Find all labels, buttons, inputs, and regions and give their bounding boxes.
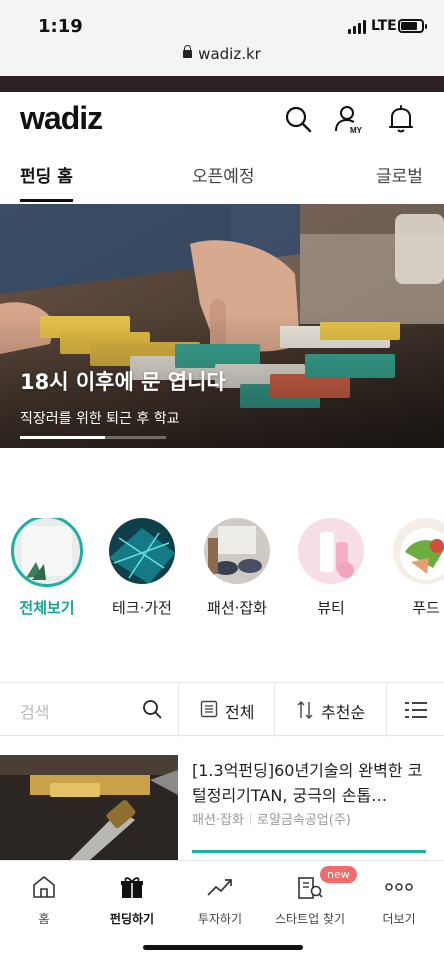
status-bar: 1:19 LTE wadiz.kr bbox=[0, 0, 444, 76]
category-all-image bbox=[11, 518, 83, 587]
category-tech-image bbox=[109, 518, 175, 584]
tab-funding-home[interactable]: 펀딩 홈 bbox=[20, 162, 73, 202]
tab-global[interactable]: 글로벌 bbox=[376, 162, 423, 187]
category-beauty-label: 뷰티 bbox=[317, 599, 345, 617]
my-label: MY bbox=[350, 126, 363, 134]
top-divider-bar bbox=[0, 76, 444, 92]
category-fashion-label: 패션·잡화 bbox=[207, 599, 267, 617]
nav-startup[interactable]: new 스타트업 찾기 bbox=[266, 866, 357, 927]
category-list: 전체보기 테크·가전 패션·잡화 뷰티 푸드 bbox=[0, 518, 444, 618]
filter-divider bbox=[274, 683, 275, 737]
category-filter-icon bbox=[200, 700, 218, 718]
category-fashion[interactable]: 패션·잡화 bbox=[189, 518, 285, 618]
nav-invest-label: 투자하기 bbox=[197, 912, 243, 926]
product-meta: 패션·잡화 로얄금속공업(주) bbox=[192, 809, 351, 828]
product-thumbnail bbox=[0, 755, 178, 860]
filter-divider bbox=[386, 683, 387, 737]
category-fashion-image bbox=[204, 518, 270, 584]
category-tech-label: 테크·가전 bbox=[112, 599, 172, 617]
status-time: 1:19 bbox=[38, 16, 83, 37]
hero-title: 18시 이후에 문 엽니다 bbox=[20, 370, 226, 394]
product-title[interactable]: [1.3억펀딩]60년기술의 완벽한 코털정리기TAN, 궁극의 손톱… bbox=[192, 758, 428, 808]
sort-icon bbox=[297, 701, 313, 719]
home-icon bbox=[33, 876, 55, 898]
search-input[interactable]: 검색 bbox=[20, 699, 49, 723]
filter-divider bbox=[178, 683, 179, 737]
bell-icon[interactable] bbox=[386, 104, 416, 134]
address-bar[interactable]: wadiz.kr bbox=[0, 45, 444, 63]
hero-banner[interactable]: 18시 이후에 문 엽니다 직장러를 위한 퇴근 후 학교 bbox=[0, 204, 444, 448]
product-maker: 로얄금속공업(주) bbox=[256, 813, 351, 828]
signal-icon bbox=[348, 20, 366, 34]
list-view-icon[interactable] bbox=[404, 700, 428, 720]
category-all-label: 전체보기 bbox=[19, 599, 75, 617]
nav-funding-label: 펀딩하기 bbox=[109, 912, 155, 926]
nav-home-label: 홈 bbox=[38, 912, 50, 926]
main-tabs: 펀딩 홈 오픈예정 글로벌 bbox=[0, 150, 444, 204]
battery-icon bbox=[398, 19, 427, 33]
nav-startup-label: 스타트업 찾기 bbox=[274, 912, 346, 926]
category-all[interactable]: 전체보기 bbox=[0, 518, 95, 618]
hero-progress-bar bbox=[20, 436, 166, 439]
category-food[interactable]: 푸드 bbox=[378, 518, 444, 618]
hero-subtitle: 직장러를 위한 퇴근 후 학교 bbox=[20, 411, 180, 427]
nav-invest[interactable]: 투자하기 bbox=[176, 873, 264, 927]
product-funding-bar bbox=[192, 850, 426, 853]
nav-more-label: 더보기 bbox=[382, 912, 416, 926]
category-beauty-image bbox=[298, 518, 364, 584]
product-category: 패션·잡화 bbox=[192, 813, 244, 828]
filter-bar: 검색 전체 추천순 bbox=[0, 682, 444, 737]
category-filter-button[interactable]: 전체 bbox=[225, 699, 254, 723]
trend-up-icon bbox=[207, 879, 232, 896]
url-text: wadiz.kr bbox=[198, 45, 261, 63]
category-food-image bbox=[393, 518, 444, 584]
nav-more[interactable]: 더보기 bbox=[355, 873, 443, 927]
nav-home[interactable]: 홈 bbox=[0, 873, 88, 927]
hero-progress-fill bbox=[20, 436, 105, 439]
more-dots-icon bbox=[385, 883, 413, 891]
search-icon[interactable] bbox=[142, 699, 162, 719]
wadiz-logo[interactable]: wadiz bbox=[20, 100, 103, 137]
nav-funding[interactable]: 펀딩하기 bbox=[88, 873, 176, 927]
sort-button[interactable]: 추천순 bbox=[321, 699, 365, 723]
network-label: LTE bbox=[371, 18, 397, 34]
category-beauty[interactable]: 뷰티 bbox=[283, 518, 379, 618]
new-badge: new bbox=[320, 866, 357, 883]
product-card[interactable]: [1.3억펀딩]60년기술의 완벽한 코털정리기TAN, 궁극의 손톱… 패션·… bbox=[0, 755, 444, 865]
tab-coming-soon[interactable]: 오픈예정 bbox=[192, 162, 255, 187]
search-icon[interactable] bbox=[283, 104, 313, 134]
category-tech[interactable]: 테크·가전 bbox=[94, 518, 190, 618]
category-food-label: 푸드 bbox=[412, 599, 440, 617]
my-account-icon[interactable]: MY bbox=[334, 104, 364, 134]
lock-icon bbox=[183, 45, 193, 58]
home-indicator bbox=[143, 945, 303, 950]
gift-icon bbox=[121, 877, 143, 898]
